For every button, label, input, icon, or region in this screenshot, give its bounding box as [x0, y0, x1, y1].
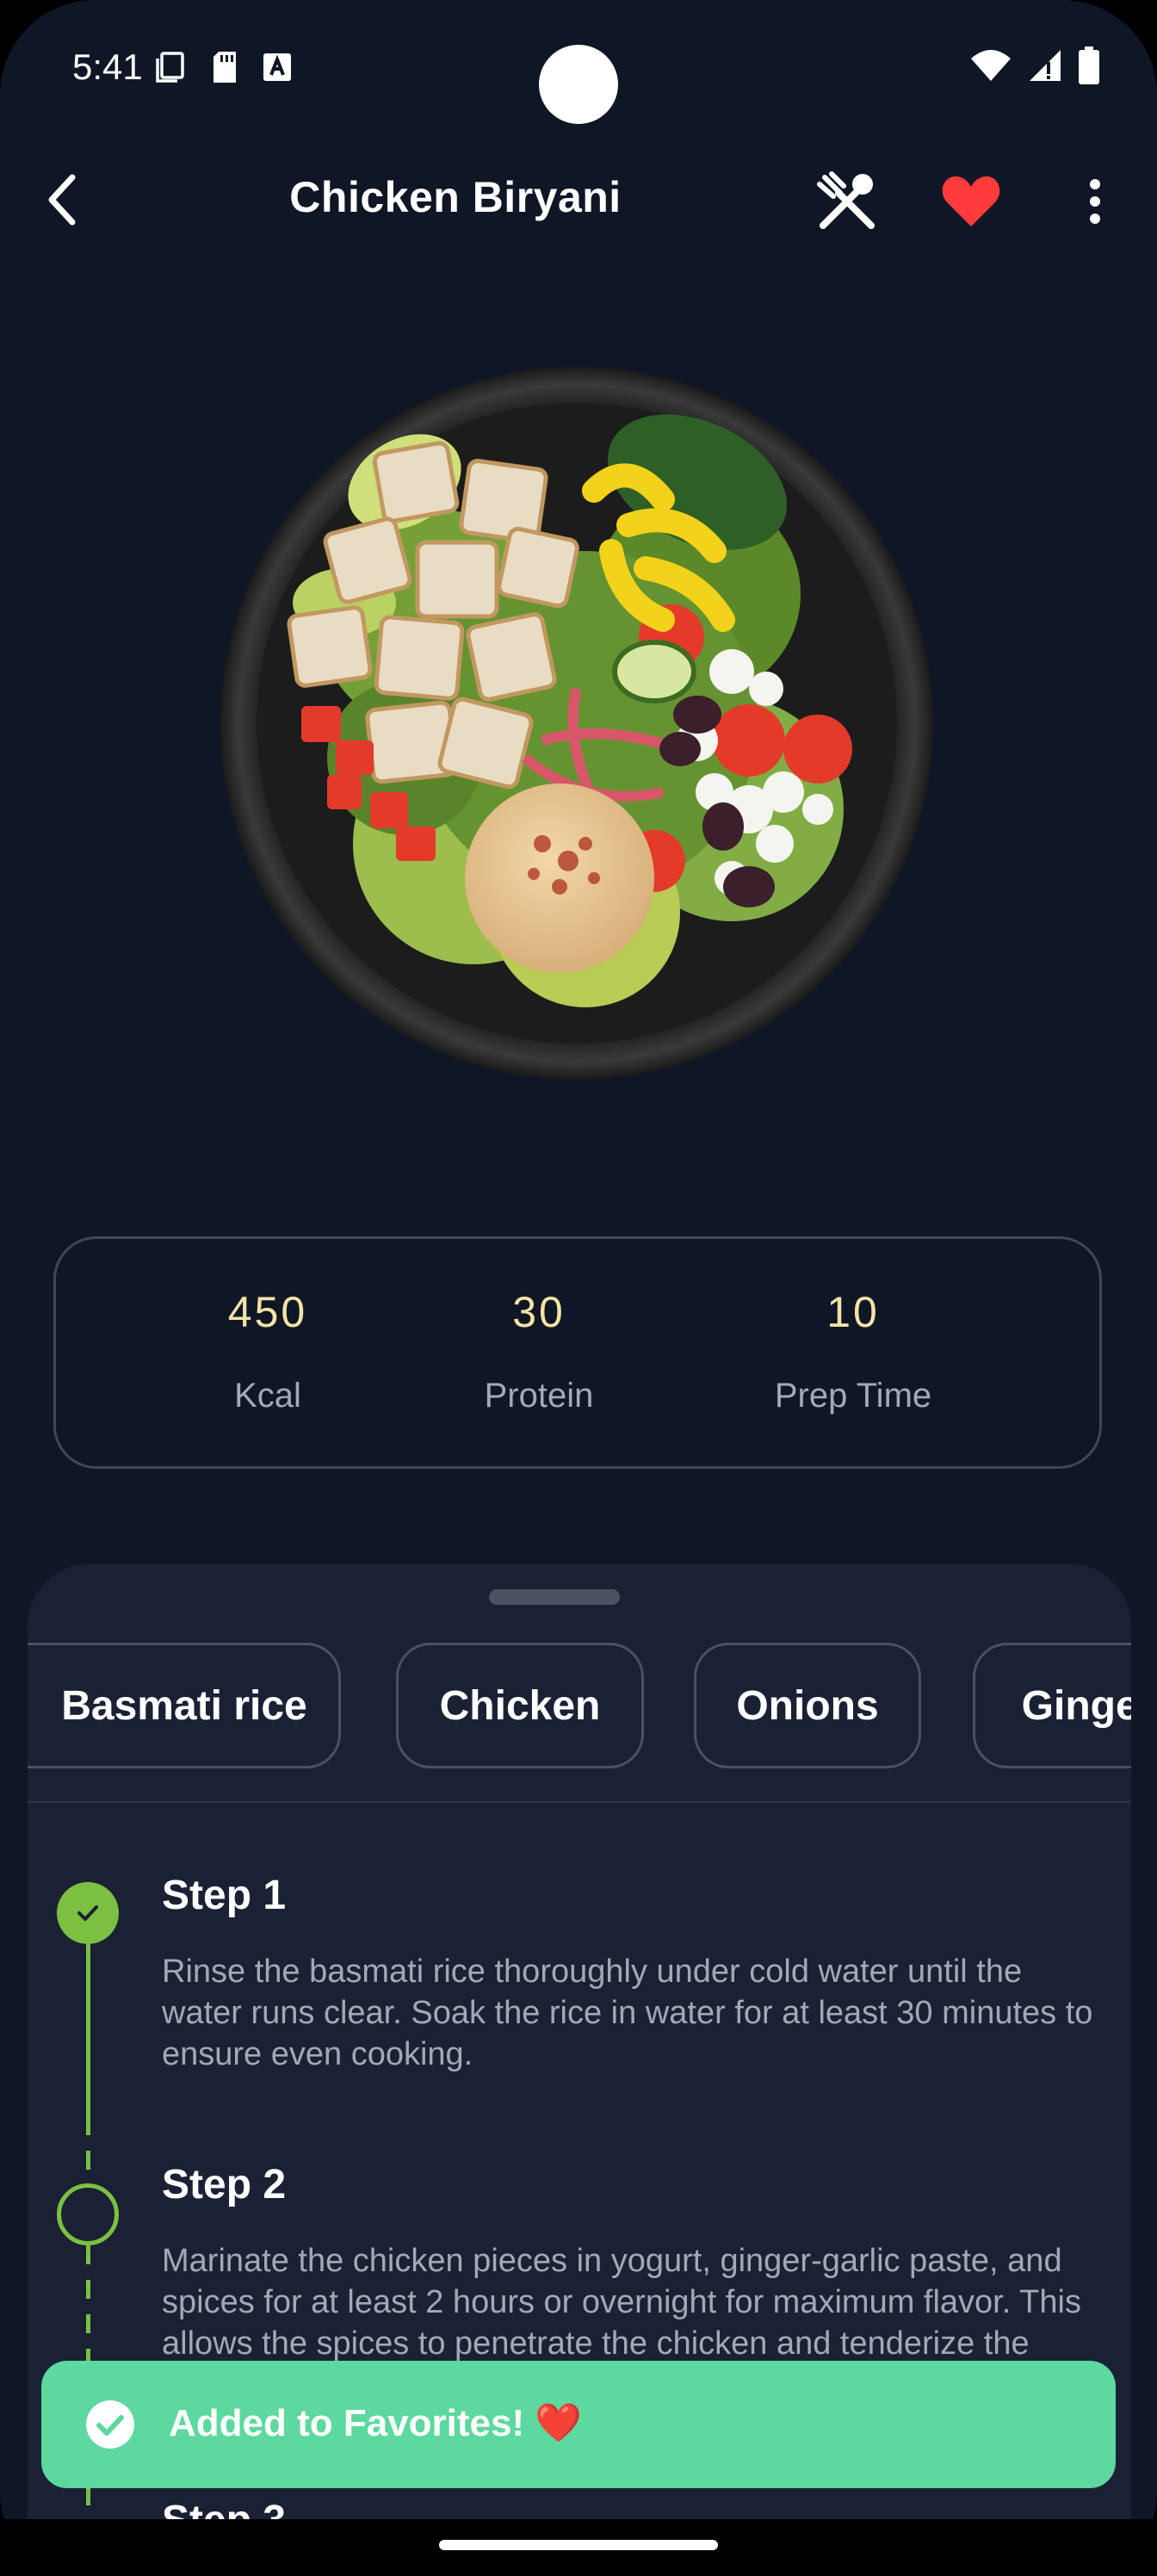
ingredient-chip[interactable]: Ginger — [973, 1643, 1131, 1768]
nutrition-card: 450 Kcal 30 Protein 10 Prep Time — [53, 1236, 1102, 1469]
more-options-button[interactable] — [1059, 165, 1131, 238]
favorites-snackbar: Added to Favorites! ❤️ — [41, 2361, 1116, 2488]
stat-prep-time: 10 Prep Time — [741, 1287, 965, 1415]
stat-protein: 30 Protein — [427, 1287, 651, 1415]
ingredient-chip[interactable]: Basmati rice — [28, 1643, 341, 1768]
status-system-icons — [969, 46, 1100, 84]
camera-cutout — [539, 45, 618, 124]
step-title: Step 3 — [162, 2497, 286, 2519]
sheet-drag-handle[interactable] — [489, 1589, 620, 1605]
cook-mode-button[interactable] — [811, 165, 883, 238]
home-indicator[interactable] — [439, 2540, 718, 2550]
timeline-line — [86, 2116, 90, 2178]
step-title: Step 1 — [162, 1873, 287, 1918]
fork-knife-icon — [817, 171, 875, 229]
ingredient-chip[interactable]: Onions — [694, 1643, 921, 1768]
stat-label: Protein — [484, 1377, 594, 1415]
signal-icon — [1030, 50, 1061, 81]
step-complete-indicator[interactable] — [57, 1882, 119, 1944]
ingredient-chip[interactable]: Chicken — [396, 1643, 644, 1768]
step-pending-indicator[interactable] — [57, 2183, 119, 2245]
check-icon — [77, 1905, 98, 1921]
font-notification-icon — [263, 53, 291, 81]
stat-label: Prep Time — [774, 1377, 932, 1415]
status-notification-icons — [153, 50, 293, 84]
copy-notification-icon — [156, 52, 184, 83]
wifi-icon — [971, 50, 1011, 81]
favorite-button[interactable] — [935, 165, 1007, 238]
stat-value: 30 — [512, 1288, 566, 1336]
status-time: 5:41 — [72, 46, 143, 87]
page-title: Chicken Biryani — [289, 173, 622, 221]
snackbar-message: Added to Favorites! ❤️ — [169, 2402, 583, 2444]
heart-icon — [942, 176, 1000, 226]
step-title: Step 2 — [162, 2162, 287, 2208]
stat-kcal: 450 Kcal — [156, 1287, 380, 1415]
check-circle-icon — [86, 2400, 134, 2449]
stat-value: 10 — [826, 1288, 880, 1336]
stat-label: Kcal — [234, 1377, 301, 1415]
sd-card-icon — [213, 52, 236, 83]
sheet-divider — [28, 1801, 1131, 1803]
stat-value: 450 — [227, 1288, 308, 1336]
step-description: Rinse the basmati rice thoroughly under … — [162, 1954, 1093, 2072]
more-vert-icon — [1090, 179, 1100, 224]
recipe-image — [215, 362, 938, 1085]
status-bar: 5:41 — [0, 0, 1157, 138]
phone-screen: 5:41 Chicken Biryani 450 Kcal 30 Protein… — [0, 0, 1157, 2576]
battery-icon — [1079, 46, 1099, 84]
timeline-line — [86, 1944, 90, 2116]
